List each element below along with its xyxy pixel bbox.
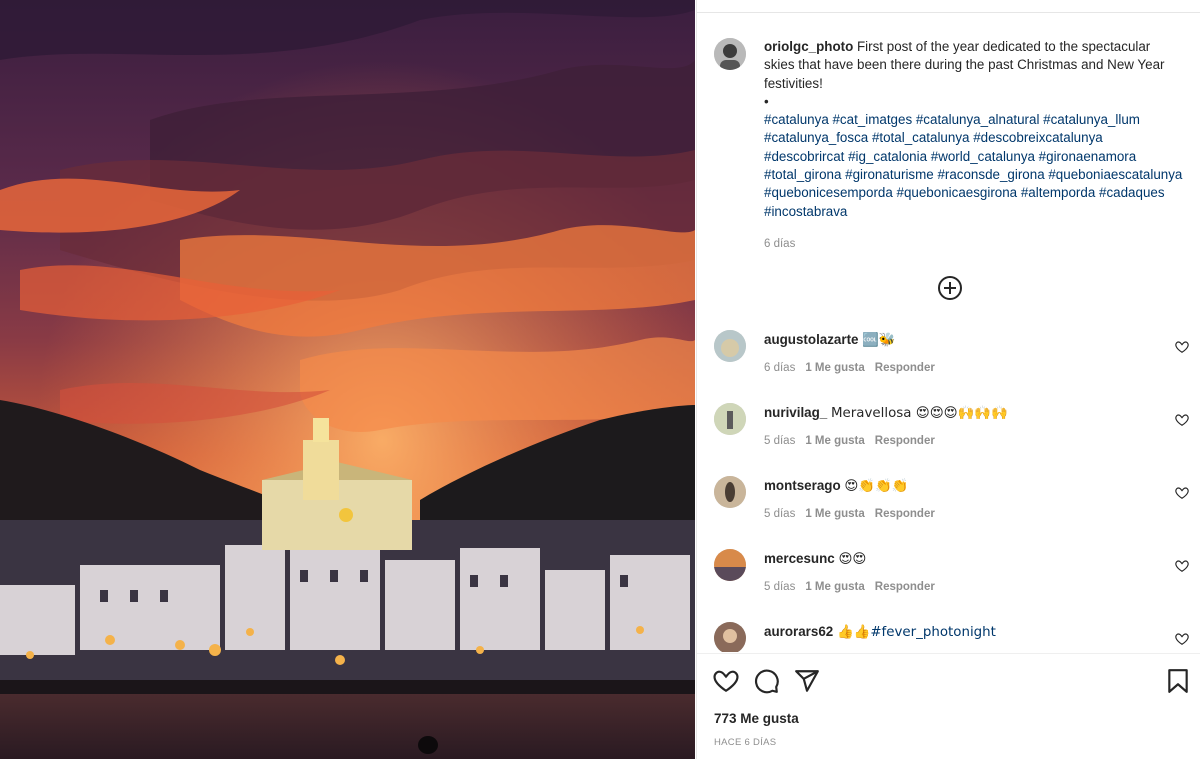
commenter-username[interactable]: mercesunc <box>764 551 835 566</box>
comment-item: nurivilag_ Meravellosa 😍😍😍🙌🙌🙌 5 días 1 Me… <box>697 403 1200 463</box>
likes-count[interactable]: 773 Me gusta <box>714 711 799 726</box>
author-avatar[interactable] <box>714 38 746 70</box>
commenter-avatar[interactable] <box>714 403 746 435</box>
comment-likes[interactable]: 1 Me gusta <box>805 508 864 520</box>
reply-button[interactable]: Responder <box>875 508 935 520</box>
add-comment-icon[interactable] <box>937 275 963 301</box>
header-divider <box>697 12 1200 13</box>
author-username[interactable]: oriolgc_photo <box>764 39 853 54</box>
post-date: HACE 6 DÍAS <box>714 737 777 748</box>
comment-text: 😍👏👏👏 <box>844 479 909 494</box>
share-icon[interactable] <box>794 668 820 694</box>
comment-likes[interactable]: 1 Me gusta <box>805 435 864 447</box>
reply-button[interactable]: Responder <box>875 362 935 374</box>
comment-likes[interactable]: 1 Me gusta <box>805 581 864 593</box>
comment-item: augustolazarte 🆒🐝 6 días 1 Me gusta Respon… <box>697 330 1200 390</box>
comment-text: 🆒🐝 <box>862 333 896 348</box>
commenter-avatar[interactable] <box>714 549 746 581</box>
comment-text: Meravellosa 😍😍😍🙌🙌🙌 <box>831 406 1008 421</box>
sunset-cadaques-image <box>0 0 695 759</box>
commenter-username[interactable]: nurivilag_ <box>764 405 827 420</box>
commenter-username[interactable]: montserago <box>764 478 841 493</box>
post-side-panel: oriolgc_photo First post of the year ded… <box>696 0 1200 760</box>
heart-icon[interactable] <box>713 668 739 694</box>
caption-hashtags[interactable]: #catalunya #cat_imatges #catalunya_alnat… <box>764 112 1182 218</box>
reply-button[interactable]: Responder <box>875 435 935 447</box>
comment-text: 👍👍#fever_photonight <box>836 625 996 640</box>
post-time: 6 días <box>764 237 796 250</box>
post-actions-bar: 773 Me gusta HACE 6 DÍAS <box>697 653 1200 760</box>
commenter-username[interactable]: aurorars62 <box>764 624 833 639</box>
comment-item: mercesunc 😍😍 5 días 1 Me gusta Responder <box>697 549 1200 609</box>
bookmark-icon[interactable] <box>1165 668 1191 694</box>
comment-like-heart-icon[interactable] <box>1175 413 1189 427</box>
comment-likes[interactable]: 1 Me gusta <box>805 362 864 374</box>
comment-item: montserago 😍👏👏👏 5 días 1 Me gusta Responde… <box>697 476 1200 536</box>
comment-time: 5 días <box>764 435 796 447</box>
caption-bullet: • <box>764 93 769 109</box>
comment-text: 😍😍 <box>838 552 867 567</box>
comment-time: 5 días <box>764 581 796 593</box>
comment-like-heart-icon[interactable] <box>1175 486 1189 500</box>
comment-item: aurorars62 👍👍#fever_photonight <box>697 622 1200 652</box>
comment-like-heart-icon[interactable] <box>1175 559 1189 573</box>
commenter-username[interactable]: augustolazarte <box>764 332 859 347</box>
post-caption: oriolgc_photo First post of the year ded… <box>764 38 1184 253</box>
comment-time: 5 días <box>764 508 796 520</box>
post-photo[interactable] <box>0 0 695 759</box>
comment-time: 6 días <box>764 362 796 374</box>
commenter-avatar[interactable] <box>714 622 746 652</box>
comment-like-heart-icon[interactable] <box>1175 632 1189 646</box>
commenter-avatar[interactable] <box>714 330 746 362</box>
comment-icon[interactable] <box>754 668 780 694</box>
commenter-avatar[interactable] <box>714 476 746 508</box>
reply-button[interactable]: Responder <box>875 581 935 593</box>
comment-like-heart-icon[interactable] <box>1175 340 1189 354</box>
